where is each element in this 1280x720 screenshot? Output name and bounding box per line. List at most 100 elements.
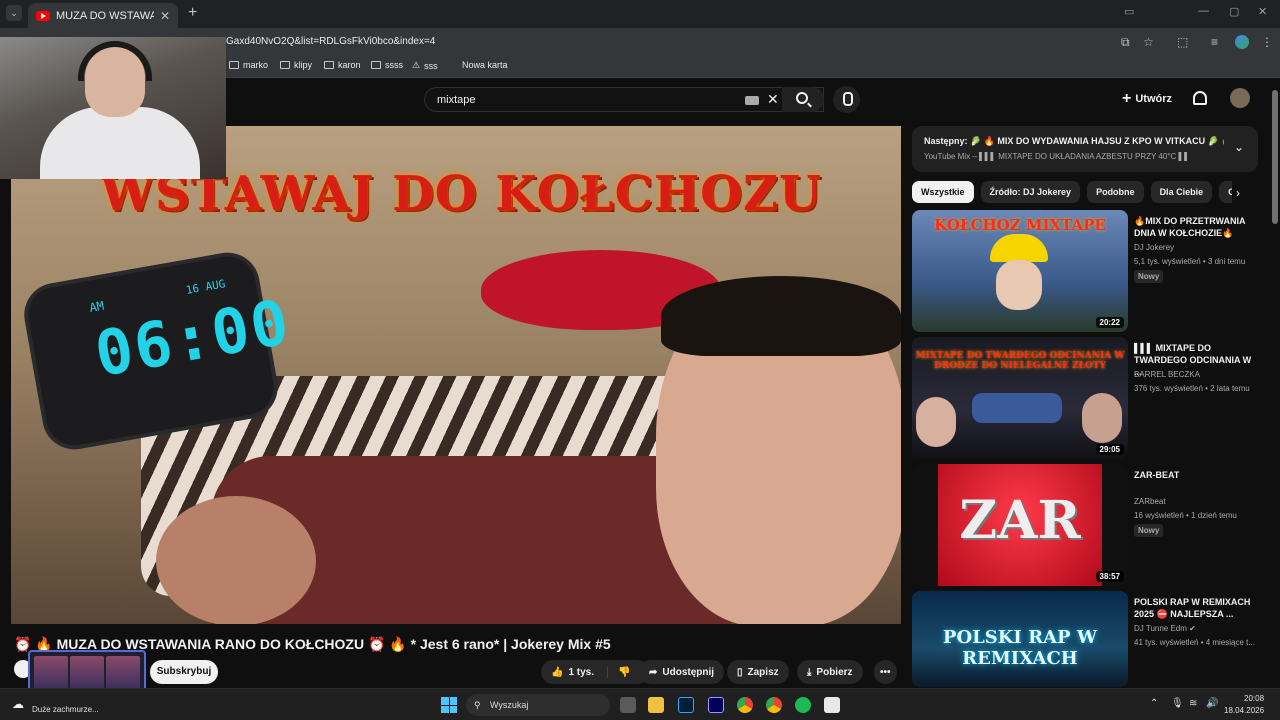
channel-name[interactable]: DJ Jokerey (1134, 243, 1174, 252)
volume-icon[interactable]: 🔊 (1206, 698, 1218, 709)
extensions-icon[interactable]: ⬚ (1177, 35, 1188, 49)
start-icon[interactable] (441, 697, 457, 713)
list-item[interactable]: KOŁCHOZ MIXTAPE 20:22 🔥MIX DO PRZETRWANI… (912, 210, 1258, 332)
video-thumbnail[interactable]: POLSKI RAP W REMIXACH (912, 591, 1128, 687)
profile-icon[interactable] (1235, 35, 1249, 49)
photoshop-icon[interactable] (678, 697, 694, 713)
bookmark-star-icon[interactable]: ☆ (1143, 35, 1154, 49)
url-field[interactable]: Gaxd40NvO2Q&list=RDLGsFkVi0bco&index=4 (226, 36, 435, 47)
list-item[interactable]: POLSKI RAP W REMIXACH POLSKI RAP W REMIX… (912, 591, 1258, 687)
browser-tab[interactable]: MUZA DO WSTAWANIA ✕ (28, 3, 178, 28)
tab-title: MUZA DO WSTAWANIA (56, 9, 154, 22)
save-button[interactable]: ▯ Zapisz (727, 660, 789, 684)
clock-am: AM (88, 298, 106, 315)
thumbs-down-icon[interactable]: 👎 (607, 666, 630, 678)
chevron-down-icon[interactable]: ⌄ (1234, 140, 1244, 154)
duration-badge: 38:57 (1095, 571, 1124, 582)
video-title[interactable]: POLSKI RAP W REMIXACH 2025 ⛔ NAJLEPSZA .… (1134, 596, 1258, 620)
mic-icon[interactable]: 🎙 (1171, 698, 1184, 709)
chip-source[interactable]: Źródło: DJ Jokerey (980, 181, 1081, 203)
video-thumbnail[interactable]: KOŁCHOZ MIXTAPE 20:22 (912, 210, 1128, 332)
clear-search-icon[interactable]: ✕ (767, 91, 779, 108)
scrollbar[interactable] (1272, 90, 1278, 224)
webcam-hoodie (40, 107, 200, 179)
cloud-icon[interactable]: ☁ (12, 697, 24, 711)
save-label: Zapisz (747, 666, 779, 678)
up-next-subtitle: YouTube Mix – ▌▌▌ MIXTAPE DO UKŁADANIA A… (924, 152, 1190, 161)
notifications-icon[interactable] (1193, 91, 1207, 105)
subscribe-button[interactable]: Subskrybuj (150, 660, 218, 684)
wifi-icon[interactable]: ≋ (1189, 698, 1197, 709)
bookmark-icon (324, 61, 334, 69)
cast-icon[interactable]: ▭ (1124, 5, 1134, 18)
create-button[interactable]: + Utwórz (1122, 90, 1172, 108)
video-thumbnail[interactable]: MIXTAPE DO TWARDEGO ODCINANIA W DRODZE D… (912, 337, 1128, 459)
more-actions-button[interactable]: ••• (874, 660, 897, 684)
media-icon[interactable]: ≡ (1211, 35, 1218, 49)
tab-search-icon[interactable]: ⌄ (6, 5, 22, 21)
weather-label[interactable]: Duże zachmurze... (32, 705, 99, 714)
avatar[interactable] (1230, 88, 1250, 108)
thumbnail-text: POLSKI RAP W REMIXACH (942, 627, 1098, 669)
voice-search-icon[interactable] (833, 86, 860, 113)
search-button[interactable] (782, 87, 824, 112)
filter-chips: Wszystkie Źródło: DJ Jokerey Podobne Dla… (912, 181, 1232, 203)
bookmark-item[interactable]: ⚠ sss (412, 60, 438, 71)
minimize-icon[interactable]: — (1198, 5, 1209, 17)
chip-similar[interactable]: Podobne (1087, 181, 1144, 203)
app-icon[interactable] (824, 697, 840, 713)
close-icon[interactable]: ✕ (160, 9, 170, 23)
menu-icon[interactable]: ⋮ (1261, 35, 1273, 49)
list-item[interactable]: ZAR 38:57 ZAR-BEAT ZARbeat 16 wyświetleń… (912, 464, 1258, 586)
premiere-icon[interactable] (708, 697, 724, 713)
taskbar-clock[interactable]: 20:08 18.04.2026 (1224, 693, 1264, 717)
channel-name[interactable]: ZARbeat (1134, 497, 1166, 506)
window-close-icon[interactable]: ✕ (1258, 5, 1267, 18)
duration-badge: 20:22 (1095, 317, 1124, 328)
bookmark-folder[interactable]: klipy (280, 60, 312, 70)
search-box[interactable]: mixtape ✕ (424, 87, 824, 112)
share-icon: ➦ (649, 666, 658, 678)
up-next-title: Następny: 🥬 🔥 MIX DO WYDAWANIA HAJSU Z K… (924, 136, 1224, 146)
video-title[interactable]: 🔥MIX DO PRZETRWANIA DNIA W KOŁCHOZIE🔥 (1134, 215, 1258, 239)
chevron-up-icon[interactable]: ⌃ (1150, 698, 1158, 709)
channel-name[interactable]: BARREL BECZKA (1134, 370, 1200, 379)
taskbar-date: 18.04.2026 (1224, 706, 1265, 715)
keyboard-icon[interactable] (745, 96, 759, 105)
thumb-car (972, 393, 1062, 423)
chevron-right-icon[interactable]: › (1236, 186, 1240, 200)
thumbnail-text: ZAR (959, 490, 1081, 551)
chip-all[interactable]: Wszystkie (912, 181, 974, 203)
file-explorer-icon[interactable] (648, 697, 664, 713)
up-next-card[interactable]: Następny: 🥬 🔥 MIX DO WYDAWANIA HAJSU Z K… (912, 126, 1258, 172)
chip-for-you[interactable]: Dla Ciebie (1150, 181, 1213, 203)
video-title[interactable]: ZAR-BEAT (1134, 469, 1258, 481)
video-thumbnail[interactable]: ZAR 38:57 (912, 464, 1128, 586)
search-input[interactable]: mixtape (437, 94, 476, 106)
maximize-icon[interactable]: ▢ (1229, 5, 1239, 18)
install-icon[interactable]: ⧉ (1121, 35, 1130, 50)
task-view-icon[interactable] (620, 697, 636, 713)
chrome-icon[interactable] (766, 697, 782, 713)
taskbar-search[interactable]: ⚲ Wyszukaj (466, 694, 610, 716)
chip-recent[interactable]: Ostatnio (1219, 181, 1232, 203)
bookmark-item[interactable]: marko (229, 60, 268, 70)
list-item[interactable]: MIXTAPE DO TWARDEGO ODCINANIA W DRODZE D… (912, 337, 1258, 459)
download-button[interactable]: ⤓ Pobierz (797, 660, 863, 684)
bookmark-icon (229, 61, 239, 69)
bookmark-item[interactable]: karon (324, 60, 361, 70)
new-tab-icon[interactable]: + (188, 4, 197, 22)
share-button[interactable]: ➦ Udostępnij (639, 660, 725, 684)
webcam-overlay (0, 37, 226, 179)
bookmark-item[interactable]: Nowa karta (462, 60, 508, 70)
like-button[interactable]: 👍 1 tys. 👎 (541, 660, 649, 684)
chrome-icon[interactable] (737, 697, 753, 713)
video-player[interactable]: AM 16 AUG 06:00 WSTAWAJ DO KOŁCHOZU (11, 126, 901, 624)
spotify-icon[interactable] (795, 697, 811, 713)
save-icon: ▯ (737, 666, 743, 678)
taskbar-time: 20:08 (1244, 694, 1265, 703)
channel-name[interactable]: DJ Tunne Edm ✔ (1134, 624, 1196, 633)
hardhat-decor (990, 234, 1048, 262)
bookmark-folder[interactable]: ssss (371, 60, 403, 70)
new-badge: Nowy (1134, 524, 1164, 537)
